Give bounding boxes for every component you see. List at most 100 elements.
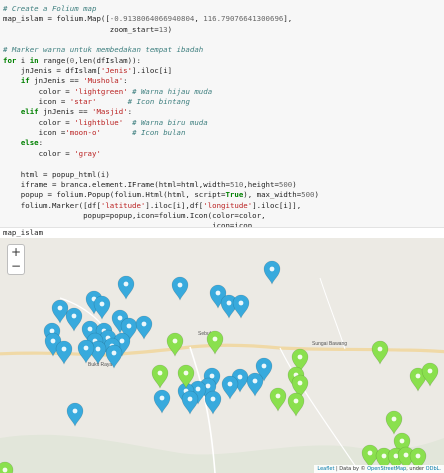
code-token: # Icon bintang <box>127 97 190 107</box>
code-line: else: <box>3 138 444 148</box>
code-token: icon = <box>3 97 70 107</box>
mushola-icon <box>381 453 387 459</box>
masjid-icon <box>95 346 101 352</box>
code-line: icon = 'star' # Icon bintang <box>3 97 444 107</box>
masjid-icon <box>227 381 233 387</box>
masjid-icon <box>141 321 147 327</box>
masjid-icon <box>50 338 56 344</box>
code-token: True <box>225 190 244 200</box>
code-token: # Warna biru muda <box>132 117 208 127</box>
leaflet-link[interactable]: Leaflet <box>317 466 334 472</box>
code-line: icon ='moon-o' # Icon bulan <box>3 128 444 138</box>
code-token: ,height= <box>243 179 279 189</box>
code-line: iframe = branca.element.IFrame(html=html… <box>3 180 444 190</box>
mushola-icon <box>275 393 281 399</box>
masjid-icon <box>261 363 267 369</box>
code-line: map_islam = folium.Map([-0.9138064066940… <box>3 14 444 24</box>
masjid-icon <box>195 386 201 392</box>
masjid-icon <box>209 373 215 379</box>
code-token: 'Mushola' <box>83 76 124 86</box>
masjid-icon <box>83 345 89 351</box>
code-line: color = 'gray' <box>3 149 444 159</box>
code-token: popup = folium.Popup(folium.Html(html, s… <box>3 190 226 200</box>
code-token: ], <box>283 14 293 24</box>
masjid-icon <box>117 315 123 321</box>
code-token: , <box>194 14 204 24</box>
code-token: 'lightblue' <box>74 117 124 127</box>
code-line: popup=popup,icon=folium.Icon(color=color… <box>3 211 444 221</box>
code-token: # Marker warna untuk membedakan tempat i… <box>3 45 204 55</box>
code-token: : <box>123 76 128 86</box>
code-token: ].iloc[i],df[ <box>145 200 204 210</box>
masjid-icon <box>226 300 232 306</box>
code-line: color = 'lightblue' # Warna biru muda <box>3 118 444 128</box>
code-token: ) <box>292 179 297 189</box>
code-token: zoom_start= <box>3 24 159 34</box>
odbl-link[interactable]: ODbL. <box>426 466 441 472</box>
code-token: # Icon bulan <box>132 128 186 138</box>
masjid-icon <box>99 301 105 307</box>
masjid-icon <box>252 378 258 384</box>
code-token: ) <box>167 24 173 34</box>
code-line: color = 'lightgreen' # Warna hijau muda <box>3 87 444 97</box>
code-token: jnJenis == <box>38 107 93 117</box>
code-token: 'lightgreen' <box>74 86 128 96</box>
code-token: jnJenis == <box>29 76 84 86</box>
code-token: 'Masjid' <box>92 107 128 117</box>
masjid-icon <box>71 313 77 319</box>
code-token: range( <box>38 55 70 65</box>
masjid-icon <box>187 396 193 402</box>
code-token: popup=popup,icon=folium.Icon(color=color… <box>3 210 266 220</box>
mushola-icon <box>415 373 421 379</box>
code-line: jnJenis = dfIslam['Jenis'].iloc[i] <box>3 66 444 76</box>
zoom-out-button[interactable]: − <box>7 259 25 275</box>
mushola-icon <box>2 467 8 473</box>
masjid-icon <box>126 323 132 329</box>
masjid-icon <box>210 396 216 402</box>
code-token: 116.79076641300696 <box>203 14 284 24</box>
code-line: folium.Marker([df['latitude'].iloc[i],df… <box>3 201 444 211</box>
code-token: icon = <box>3 128 66 138</box>
masjid-icon <box>177 282 183 288</box>
code-token: color = <box>3 86 75 96</box>
masjid-icon <box>123 281 129 287</box>
code-token: if <box>20 76 30 86</box>
code-token: map_islam = folium.Map([ <box>3 14 110 24</box>
code-token: : <box>127 107 133 117</box>
masjid-icon <box>87 326 93 332</box>
code-token: ,len(dfIslam)): <box>74 55 141 65</box>
code-token: 'gray' <box>74 148 101 158</box>
code-token: 'longitude' <box>203 200 253 210</box>
masjid-icon <box>215 290 221 296</box>
code-cell[interactable]: # Create a Folium map map_islam = folium.… <box>0 0 444 228</box>
mushola-icon <box>399 438 405 444</box>
code-token: # Warna hijau muda <box>132 86 213 96</box>
folium-map[interactable]: Sebulu Sungai Bawang Bukit Raya + − Leaf… <box>0 238 444 473</box>
masjid-icon <box>237 374 243 380</box>
code-token: html = popup_html(i) <box>3 169 110 179</box>
mushola-icon <box>415 453 421 459</box>
mushola-icon <box>367 450 373 456</box>
map-tiles[interactable]: Sebulu Sungai Bawang Bukit Raya <box>0 238 444 473</box>
code-token: color = <box>3 148 75 158</box>
masjid-icon <box>159 395 165 401</box>
mushola-icon <box>172 338 178 344</box>
code-token: ) <box>314 190 319 200</box>
code-token: : <box>38 138 44 148</box>
mushola-icon <box>212 336 218 342</box>
code-token: ].iloc[i] <box>132 66 173 76</box>
code-token: color = <box>3 117 75 127</box>
code-line: # Create a Folium map <box>3 4 444 14</box>
mushola-icon <box>157 370 163 376</box>
osm-link[interactable]: OpenStreetMap <box>367 466 406 472</box>
masjid-icon <box>72 408 78 414</box>
code-token: ), max_width= <box>243 190 302 200</box>
attribution-text: | Data by © <box>334 466 368 472</box>
masjid-icon <box>57 305 63 311</box>
code-token: 'star' <box>69 97 97 107</box>
code-token: icon=icon, <box>3 221 257 228</box>
code-token: in <box>29 55 39 65</box>
